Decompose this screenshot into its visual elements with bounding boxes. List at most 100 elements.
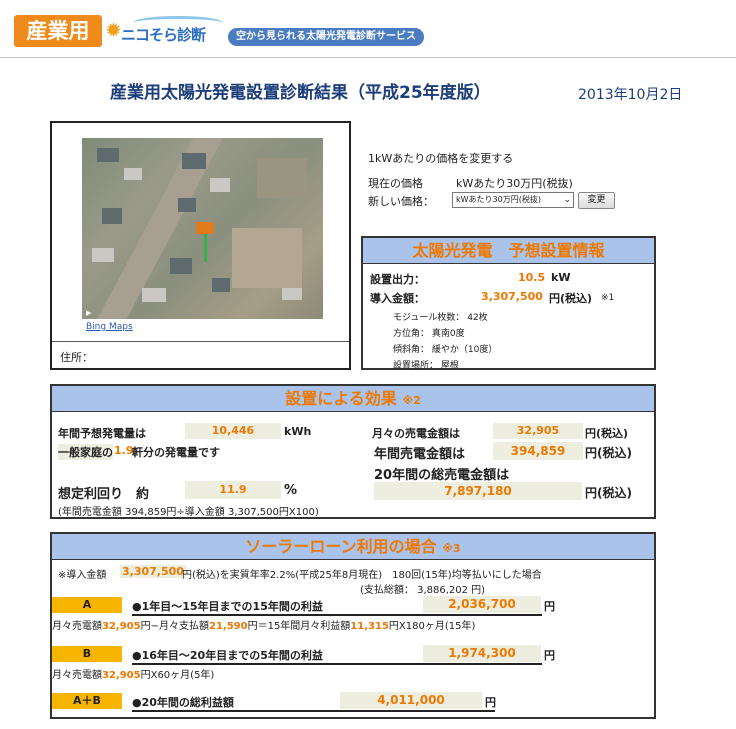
loan-note: ※3 — [442, 542, 461, 555]
sun-icon: ✹ — [105, 18, 122, 42]
effect-title: 設置による効果 ※2 — [52, 386, 654, 412]
map-building — [124, 168, 142, 180]
loan-title-text: ソーラーローン利用の場合 — [245, 537, 437, 556]
app-header: 産業用 ✹ ニコそら診断 空から見られる太陽光発電診断サービス — [0, 0, 736, 58]
plan-ab-underline — [132, 710, 495, 712]
current-price-label: 現在の価格 — [368, 177, 423, 190]
map-building — [170, 258, 192, 274]
new-price-label: 新しい価格： — [368, 195, 434, 208]
plan-b-f3: 円X60ヶ月(5年) — [140, 670, 215, 681]
map-building — [182, 153, 206, 169]
plan-a-f2: 32,905 — [102, 621, 141, 632]
address-label: 住所： — [60, 351, 93, 364]
azimuth: 方位角： 真南0度 — [393, 329, 465, 339]
plan-b-f1: 月々売電額 — [52, 670, 102, 681]
annual-gen-label: 年間予想発電量は — [58, 427, 146, 440]
service-tagline: 空から見られる太陽光発電診断サービス — [228, 28, 424, 46]
brand-name: ニコそら診断 — [121, 26, 206, 44]
total20-unit: 円(税込) — [585, 486, 632, 500]
satellite-map[interactable]: ▶ — [82, 138, 323, 319]
monthly-sale-value: 32,905 — [493, 423, 583, 439]
report-date: 2013年10月2日 — [578, 87, 683, 103]
plan-b-formula: 月々売電額32,905円X60ヶ月(5年) — [52, 666, 214, 681]
total20-value: 7,897,180 — [374, 482, 582, 500]
monthly-sale-label: 月々の売電金額は — [372, 427, 460, 440]
annual-sale-value: 394,859 — [493, 442, 583, 460]
plan-b-f2: 32,905 — [102, 670, 141, 681]
plan-a-unit: 円 — [544, 600, 555, 613]
new-price-select-value: kWあたり30万円(税抜) — [456, 195, 541, 204]
map-building — [282, 288, 302, 300]
brand-logo[interactable]: ✹ ニコそら診断 — [105, 16, 227, 46]
map-field — [232, 228, 302, 288]
map-building — [178, 198, 196, 212]
plan-b-tag: B — [52, 646, 122, 662]
plan-a-f7: 円X180ヶ月(15年) — [388, 621, 476, 632]
effect-title-text: 設置による効果 — [285, 389, 397, 408]
module-count: モジュール枚数： 42枚 — [393, 313, 488, 323]
new-price-select[interactable]: kWあたり30万円(税抜) ⌄ — [452, 192, 574, 208]
map-panel: ▶ Bing Maps 住所： — [50, 121, 351, 370]
yield-unit: % — [284, 483, 298, 498]
plan-a-f6: 11,315 — [350, 621, 389, 632]
map-building — [97, 148, 119, 162]
tilt-angle: 傾斜角： 緩やか（10度） — [393, 345, 498, 355]
loan-desc-pre: ※導入金額 — [58, 570, 107, 581]
map-play-icon: ▶ — [86, 309, 92, 317]
plan-ab-unit: 円 — [485, 696, 496, 709]
map-building — [212, 278, 230, 292]
address-row: 住所： — [52, 341, 349, 368]
effect-panel: 設置による効果 ※2 年間予想発電量は 10,446 kWh 一般家庭の 1.9… — [50, 384, 656, 519]
plan-a-f4: 21,590 — [208, 621, 248, 632]
price-change-heading: 1kWあたりの価格を変更する — [368, 152, 514, 165]
total20-label: 20年間の総売電金額は — [374, 468, 510, 483]
plan-a-label: ●1年目〜15年目までの15年間の利益 — [132, 600, 323, 613]
map-building — [210, 178, 230, 192]
household-pre: 一般家庭の — [58, 444, 113, 460]
yield-formula: (年間売電金額 394,859円÷導入金額 3,307,500円X100) — [58, 507, 319, 518]
plan-a-f5: 円＝15年間月々利益額 — [247, 621, 351, 632]
loan-title: ソーラーローン利用の場合 ※3 — [52, 534, 654, 560]
cost-unit: 円(税込) — [549, 292, 593, 305]
plan-b-label: ●16年目〜20年目までの5年間の利益 — [132, 649, 323, 662]
monthly-sale-unit: 円(税込) — [585, 427, 629, 440]
install-info-title: 太陽光発電 予想設置情報 — [363, 238, 654, 264]
output-unit: kW — [551, 271, 571, 284]
cost-label: 導入金額： — [370, 292, 425, 305]
install-info-panel: 太陽光発電 予想設置情報 設置出力： 10.5 kW 導入金額： 3,307,5… — [361, 236, 656, 371]
map-building — [142, 288, 166, 302]
install-location: 設置場所： 屋根 — [393, 361, 459, 371]
current-price-value: kWあたり30万円(税抜) — [456, 177, 573, 190]
cost-note: ※1 — [601, 293, 615, 303]
plan-ab-label: ●20年間の総利益額 — [132, 696, 234, 709]
solar-loan-panel: ソーラーローン利用の場合 ※3 ※導入金額 3,307,500 円(税込)を実質… — [50, 532, 656, 719]
plan-a-value: 2,036,700 — [423, 596, 541, 613]
plan-a-tag: A — [52, 597, 122, 613]
plan-b-underline — [132, 663, 542, 665]
plan-a-f3: 円−月々支払額 — [140, 621, 209, 632]
map-field — [257, 158, 307, 198]
direction-indicator — [204, 234, 207, 262]
loan-desc-amount: 3,307,500 — [120, 565, 186, 578]
map-building — [92, 248, 114, 262]
plan-ab-tag: A＋B — [52, 693, 122, 709]
annual-gen-unit: kWh — [284, 425, 312, 438]
annual-gen-value: 10,446 — [185, 423, 281, 439]
annual-sale-label: 年間売電金額は — [374, 447, 466, 462]
output-value: 10.5 — [518, 271, 546, 284]
annual-sale-unit: 円(税込) — [585, 446, 632, 460]
loan-desc-post: 円(税込)を実質年率2.2%(平成25年8月現在) 180回(15年)均等払いに… — [182, 570, 542, 581]
chevron-down-icon: ⌄ — [563, 195, 571, 205]
household-value: 1.9 — [114, 444, 134, 457]
map-building — [102, 208, 122, 224]
plan-a-f1: 月々売電額 — [52, 621, 102, 632]
output-label: 設置出力： — [370, 273, 425, 286]
household-post: 軒分の発電量です — [132, 446, 220, 459]
plan-a-underline — [132, 614, 542, 616]
target-roof-marker — [196, 222, 214, 234]
plan-b-value: 1,974,300 — [423, 645, 541, 662]
change-price-button[interactable]: 変更 — [578, 192, 615, 209]
bing-maps-link[interactable]: Bing Maps — [86, 322, 133, 332]
plan-ab-value: 4,011,000 — [340, 692, 482, 709]
industrial-badge: 産業用 — [14, 15, 102, 47]
